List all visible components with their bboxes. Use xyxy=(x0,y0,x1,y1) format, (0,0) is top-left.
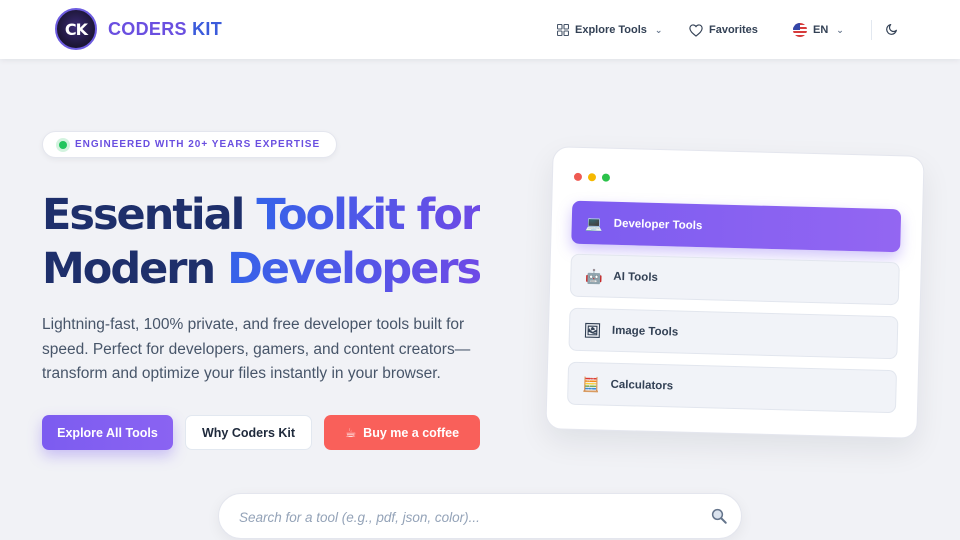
window-dot-red xyxy=(573,172,583,181)
category-ai-tools[interactable]: 🤖 AI Tools xyxy=(569,253,900,306)
logo-icon[interactable]: CK xyxy=(55,8,97,50)
window-dot-yellow xyxy=(587,173,597,182)
explore-tools-menu[interactable]: Explore Tools ⌄ xyxy=(557,21,662,39)
why-coders-kit-button[interactable]: Why Coders Kit xyxy=(185,415,312,450)
moon-icon[interactable] xyxy=(885,23,898,36)
nav-divider xyxy=(871,20,872,40)
category-label: Calculators xyxy=(610,378,674,392)
search-input[interactable] xyxy=(239,506,689,528)
robot-icon: 🤖 xyxy=(584,267,603,285)
headline-dark-2: Modern xyxy=(42,244,228,294)
chevron-down-icon: ⌄ xyxy=(836,24,844,35)
heart-icon xyxy=(689,23,703,37)
headline-gradient-2: Developers xyxy=(227,244,482,294)
explore-all-tools-button[interactable]: Explore All Tools xyxy=(42,415,173,450)
window-controls xyxy=(573,172,611,182)
expertise-badge-text: ENGINEERED WITH 20+ YEARS EXPERTISE xyxy=(75,139,321,150)
grid-icon xyxy=(557,24,569,36)
window-dot-green xyxy=(601,173,611,182)
abacus-icon: 🧮 xyxy=(582,375,600,392)
search-icon[interactable] xyxy=(710,507,728,525)
brand-name[interactable]: CODERS KIT xyxy=(108,19,222,40)
brand-name-part1: CODERS xyxy=(108,19,187,39)
tool-categories-card: 💻 Developer Tools 🤖 AI Tools 🖼 Image Too… xyxy=(545,146,925,439)
hero-subtext: Lightning-fast, 100% private, and free d… xyxy=(42,316,471,382)
hero-headline: Essential Toolkit for Modern Developers xyxy=(42,188,512,296)
chevron-down-icon: ⌄ xyxy=(654,24,663,35)
expertise-badge: ENGINEERED WITH 20+ YEARS EXPERTISE xyxy=(42,131,338,158)
laptop-icon: 💻 xyxy=(585,214,604,232)
coffee-icon: ☕ xyxy=(344,426,357,440)
top-navbar: CK CODERS KIT Explore Tools ⌄ Favorites … xyxy=(0,0,960,59)
favorites-label: Favorites xyxy=(709,24,758,36)
tool-search-box xyxy=(218,493,742,539)
category-developer-tools[interactable]: 💻 Developer Tools xyxy=(571,200,902,253)
favorites-link[interactable]: Favorites xyxy=(689,21,758,39)
language-selector[interactable]: EN ⌄ xyxy=(793,21,844,39)
brand-name-part2: KIT xyxy=(192,19,223,39)
category-label: AI Tools xyxy=(613,270,659,284)
language-label: EN xyxy=(813,24,829,36)
explore-tools-label: Explore Tools xyxy=(575,24,647,36)
category-calculators[interactable]: 🧮 Calculators xyxy=(567,361,898,414)
category-label: Developer Tools xyxy=(613,217,703,232)
buy-me-a-coffee-label: Buy me a coffee xyxy=(363,425,460,440)
picture-icon: 🖼 xyxy=(583,321,602,339)
category-label: Image Tools xyxy=(611,324,679,339)
us-flag-icon xyxy=(793,23,807,37)
headline-gradient-1: Toolkit for xyxy=(256,190,482,240)
status-dot xyxy=(59,141,67,149)
category-image-tools[interactable]: 🖼 Image Tools xyxy=(568,307,899,360)
headline-dark-1: Essential xyxy=(42,190,257,240)
buy-me-a-coffee-button[interactable]: ☕ Buy me a coffee xyxy=(324,415,480,450)
